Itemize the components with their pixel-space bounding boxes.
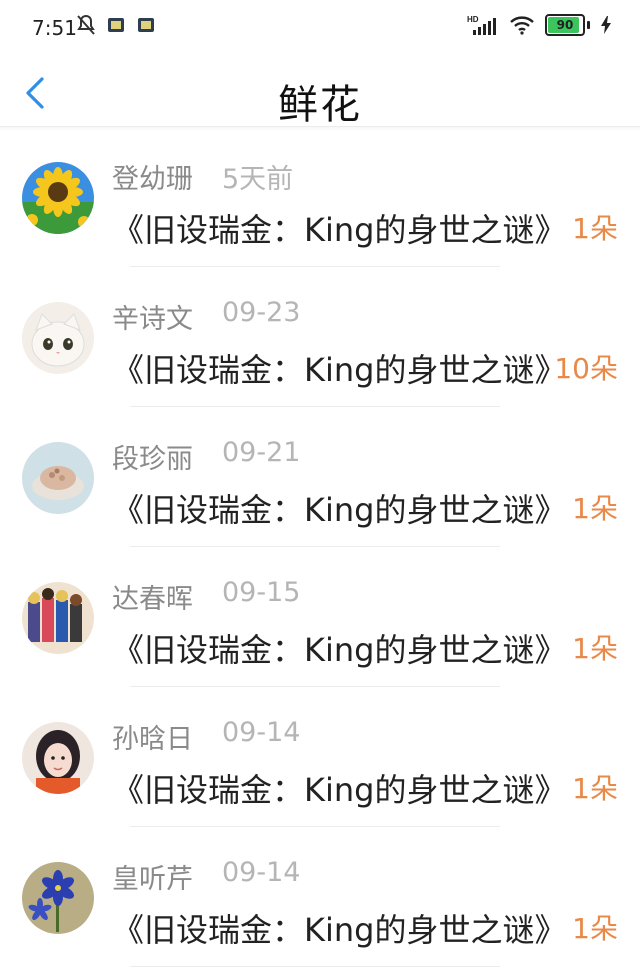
avatar[interactable]	[22, 162, 94, 234]
divider	[130, 966, 500, 967]
list-item[interactable]: 辛诗文 09-23 《旧设瑞金：King的身世之谜》 10朵	[0, 267, 640, 407]
hd-signal-icon: HD	[467, 15, 496, 35]
app-notification-icon	[138, 18, 154, 32]
list-item[interactable]: 孙晗日 09-14 《旧设瑞金：King的身世之谜》 1朵	[0, 687, 640, 827]
timestamp: 09-15	[222, 577, 301, 608]
nav-header: 鲜花	[0, 56, 640, 128]
list-item[interactable]: 登幼珊 5天前《旧设瑞金：King的身世之谜》 1朵	[0, 127, 640, 267]
user-name: 辛诗文	[112, 304, 193, 335]
user-name: 皇听芹	[112, 864, 193, 895]
timestamp: 09-23	[222, 297, 301, 328]
list-item[interactable]: 达春晖 09-15 《旧设瑞金：King的身世之谜》 1朵	[0, 547, 640, 687]
status-bar: 7:51 HD 90	[0, 0, 640, 56]
flower-count: 1朵	[572, 492, 618, 525]
flower-count: 10朵	[554, 352, 618, 385]
book-title: 《旧设瑞金：King的身世之谜》	[112, 631, 567, 669]
timestamp: 09-21	[222, 437, 301, 468]
avatar[interactable]	[22, 582, 94, 654]
flower-count: 1朵	[572, 772, 618, 805]
battery-icon: 90	[545, 14, 585, 36]
avatar[interactable]	[22, 722, 94, 794]
avatar[interactable]	[22, 302, 94, 374]
user-name: 孙晗日	[112, 724, 193, 755]
wifi-icon	[510, 16, 534, 35]
battery-cap	[587, 21, 590, 29]
mute-bell-icon	[77, 14, 95, 35]
book-title: 《旧设瑞金：King的身世之谜》	[112, 211, 567, 249]
flower-count: 1朵	[572, 912, 618, 945]
battery-percent: 90	[556, 18, 574, 32]
app-notification-icon	[108, 18, 124, 32]
timestamp: 09-14	[222, 717, 301, 748]
book-title: 《旧设瑞金：King的身世之谜》	[112, 911, 567, 949]
timestamp: 09-14	[222, 857, 301, 888]
status-time: 7:51	[32, 16, 77, 40]
book-title: 《旧设瑞金：King的身世之谜》	[112, 351, 567, 389]
flower-list: 登幼珊 5天前 《旧设瑞金：King的身世之谜》 1朵 辛诗文 09-23 《旧设瑞金：Ki…	[0, 127, 640, 967]
user-name: 达春晖	[112, 584, 193, 615]
user-name: 登幼珊	[112, 164, 193, 195]
page-title: 鲜花	[278, 82, 362, 128]
book-title: 《旧设瑞金：King的身世之谜》	[112, 491, 567, 529]
list-item[interactable]: 皇听芹 09-14 《旧设瑞金：King的身世之谜》 1朵	[0, 827, 640, 967]
list-item[interactable]: 段珍丽 09-21 《旧设瑞金：King的身世之谜》 1朵	[0, 407, 640, 547]
system-icons: HD 90	[467, 14, 612, 36]
timestamp: 5天前	[222, 164, 294, 195]
flower-count: 1朵	[572, 212, 618, 245]
flower-count: 1朵	[572, 632, 618, 665]
book-title: 《旧设瑞金：King的身世之谜》	[112, 771, 567, 809]
avatar[interactable]	[22, 442, 94, 514]
notification-icons	[76, 14, 156, 36]
user-name: 段珍丽	[112, 444, 193, 475]
charging-icon	[601, 16, 611, 34]
avatar[interactable]	[22, 862, 94, 934]
svg-text:HD: HD	[467, 15, 479, 24]
